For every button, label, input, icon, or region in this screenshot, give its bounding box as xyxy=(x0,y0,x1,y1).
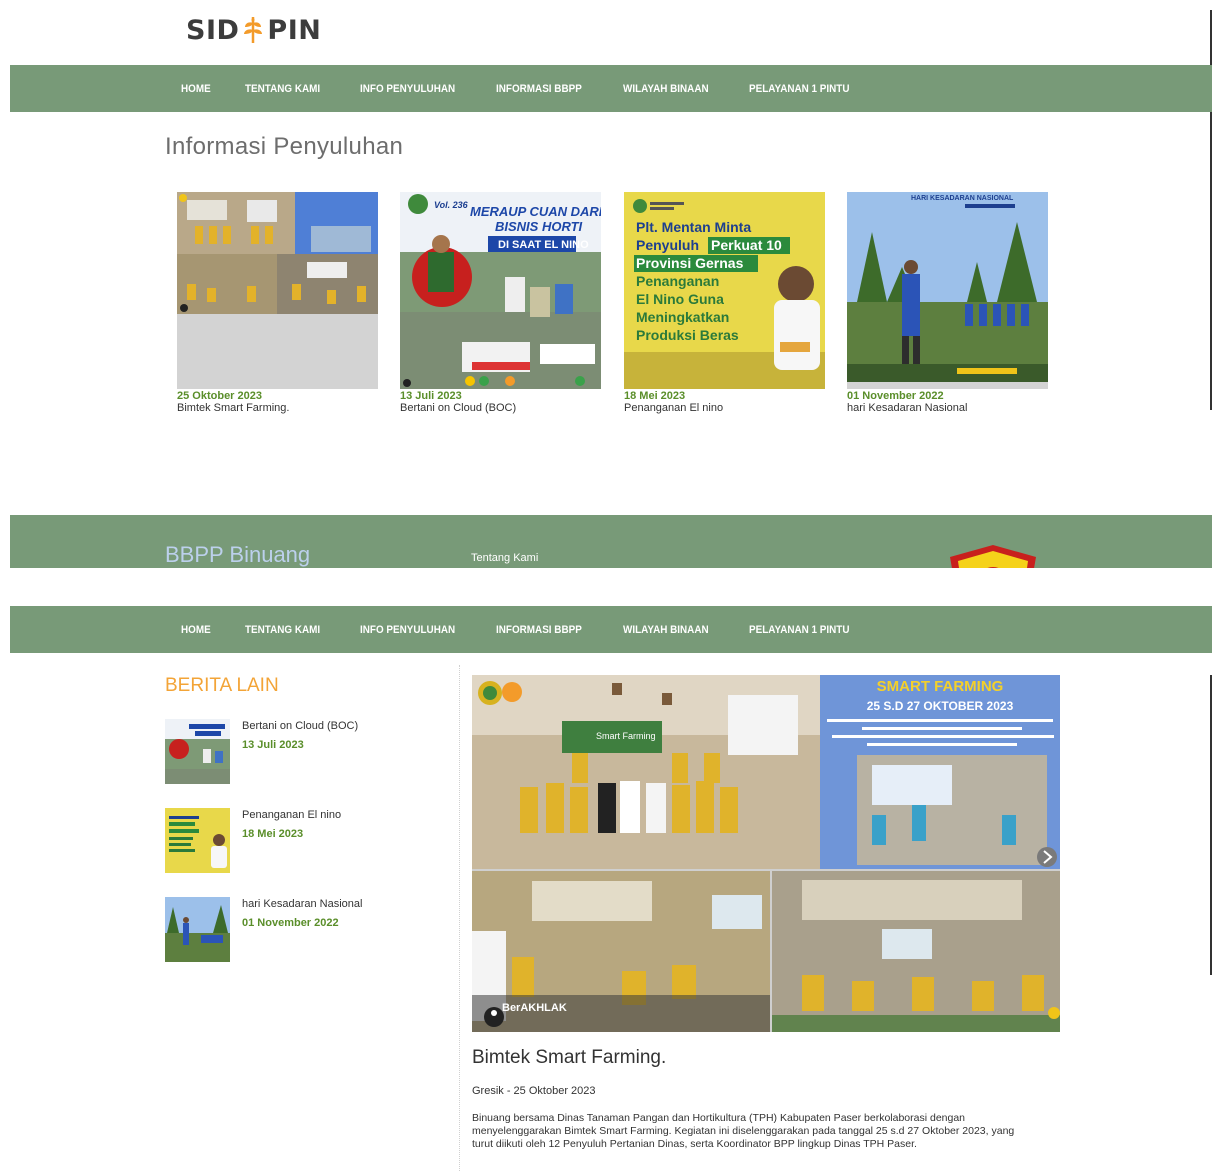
svg-text:BISNIS HORTI: BISNIS HORTI xyxy=(495,219,583,234)
svg-text:Plt. Mentan Minta: Plt. Mentan Minta xyxy=(636,219,751,235)
svg-text:HARI KESADARAN NASIONAL: HARI KESADARAN NASIONAL xyxy=(911,195,1014,202)
svg-text:Penanganan: Penanganan xyxy=(636,273,719,289)
site-logo[interactable]: SID PIN xyxy=(186,14,321,46)
smart-farming-thumbnail[interactable] xyxy=(177,192,378,389)
logo-text-right: PIN xyxy=(267,14,322,46)
el-nino-thumbnail[interactable]: Plt. Mentan Minta Penyuluh Perkuat 10 Pr… xyxy=(624,192,825,389)
card-date: 18 Mei 2023 xyxy=(624,390,686,402)
svg-text:Meningkatkan: Meningkatkan xyxy=(636,309,729,325)
logo-text-left: SID xyxy=(186,14,240,46)
nav-pelayanan-1-pintu[interactable]: PELAYANAN 1 PINTU xyxy=(749,624,850,636)
nav-info-penyuluhan[interactable]: INFO PENYULUHAN xyxy=(360,83,455,95)
svg-text:25 S.D 27 OKTOBER 2023: 25 S.D 27 OKTOBER 2023 xyxy=(867,699,1014,713)
card-date: 13 Juli 2023 xyxy=(400,390,462,402)
side-news-item[interactable]: Penanganan El nino 18 Mei 2023 xyxy=(165,808,445,873)
svg-text:SMART FARMING: SMART FARMING xyxy=(877,678,1004,695)
article-body: Binuang bersama Dinas Tanaman Pangan dan… xyxy=(472,1112,1015,1150)
svg-text:Vol. 236: Vol. 236 xyxy=(434,200,469,210)
main-nav: HOME TENTANG KAMI INFO PENYULUHAN INFORM… xyxy=(10,65,1212,112)
svg-text:MERAUP CUAN DARI: MERAUP CUAN DARI xyxy=(470,204,601,219)
nav-tentang-kami[interactable]: TENTANG KAMI xyxy=(245,624,320,636)
article-hero-image[interactable]: Smart Farming SMART FARMING 25 S.D 27 OK… xyxy=(472,675,1060,1032)
footer-link-tentang-kami[interactable]: Tentang Kami xyxy=(471,552,538,564)
nav-wilayah-binaan[interactable]: WILAYAH BINAAN xyxy=(623,83,709,95)
svg-text:BerAKHLAK: BerAKHLAK xyxy=(502,1002,567,1014)
card-date: 25 Oktober 2023 xyxy=(177,390,262,402)
side-news-thumbnail[interactable] xyxy=(165,897,230,962)
nav-wilayah-binaan[interactable]: WILAYAH BINAAN xyxy=(623,624,709,636)
card-title[interactable]: Bertani on Cloud (BOC) xyxy=(400,402,601,415)
nav-home[interactable]: HOME xyxy=(181,624,211,636)
nav-home[interactable]: HOME xyxy=(181,83,211,95)
card-title[interactable]: Bimtek Smart Farming. xyxy=(177,402,378,415)
nav-tentang-kami[interactable]: TENTANG KAMI xyxy=(245,83,320,95)
nav-pelayanan-1-pintu[interactable]: PELAYANAN 1 PINTU xyxy=(749,83,850,95)
wheat-logo-icon xyxy=(244,17,263,43)
footer-title[interactable]: BBPP Binuang xyxy=(165,542,310,568)
news-card[interactable]: HARI KESADARAN NASIONAL 01 November 2022… xyxy=(847,192,1048,415)
news-card[interactable]: Plt. Mentan Minta Penyuluh Perkuat 10 Pr… xyxy=(624,192,825,415)
column-divider xyxy=(459,665,461,1171)
site-footer: BBPP Binuang Tentang Kami xyxy=(10,515,1212,568)
svg-text:Penyuluh: Penyuluh xyxy=(636,237,699,253)
side-news-date: 01 November 2022 xyxy=(242,917,339,929)
svg-text:Perkuat 10: Perkuat 10 xyxy=(711,237,782,253)
svg-text:DI SAAT EL NINO: DI SAAT EL NINO xyxy=(498,239,589,251)
side-news-title[interactable]: hari Kesadaran Nasional xyxy=(242,897,362,911)
secondary-nav: HOME TENTANG KAMI INFO PENYULUHAN INFORM… xyxy=(10,606,1212,653)
card-title[interactable]: hari Kesadaran Nasional xyxy=(847,402,1048,415)
news-card[interactable]: 25 Oktober 2023 Bimtek Smart Farming. xyxy=(177,192,378,415)
kesadaran-nasional-thumbnail[interactable]: HARI KESADARAN NASIONAL xyxy=(847,192,1048,389)
article-meta: Gresik - 25 Oktober 2023 xyxy=(472,1085,596,1097)
side-news-item[interactable]: Bertani on Cloud (BOC) 13 Juli 2023 xyxy=(165,719,445,784)
side-news-date: 18 Mei 2023 xyxy=(242,828,304,840)
nav-informasi-bbpp[interactable]: INFORMASI BBPP xyxy=(496,83,582,95)
svg-text:Provinsi Gernas: Provinsi Gernas xyxy=(636,255,744,271)
bbpp-emblem-icon xyxy=(950,545,1036,568)
side-news-thumbnail[interactable] xyxy=(165,719,230,784)
card-title[interactable]: Penanganan El nino xyxy=(624,402,825,415)
bertani-on-cloud-thumbnail[interactable]: Vol. 236 MERAUP CUAN DARI BISNIS HORTI D… xyxy=(400,192,601,389)
news-card[interactable]: Vol. 236 MERAUP CUAN DARI BISNIS HORTI D… xyxy=(400,192,601,415)
side-news-thumbnail[interactable] xyxy=(165,808,230,873)
berita-lain-heading: BERITA LAIN xyxy=(165,675,279,696)
svg-text:Produksi Beras: Produksi Beras xyxy=(636,327,739,343)
svg-text:El Nino Guna: El Nino Guna xyxy=(636,291,724,307)
side-news-item[interactable]: hari Kesadaran Nasional 01 November 2022 xyxy=(165,897,445,962)
side-news-title[interactable]: Bertani on Cloud (BOC) xyxy=(242,719,358,733)
side-news-title[interactable]: Penanganan El nino xyxy=(242,808,341,822)
card-date: 01 November 2022 xyxy=(847,390,944,402)
side-news-date: 13 Juli 2023 xyxy=(242,739,304,751)
article-title: Bimtek Smart Farming. xyxy=(472,1047,667,1068)
nav-informasi-bbpp[interactable]: INFORMASI BBPP xyxy=(496,624,582,636)
nav-info-penyuluhan[interactable]: INFO PENYULUHAN xyxy=(360,624,455,636)
section-title: Informasi Penyuluhan xyxy=(165,133,404,160)
svg-text:Smart Farming: Smart Farming xyxy=(596,731,656,741)
